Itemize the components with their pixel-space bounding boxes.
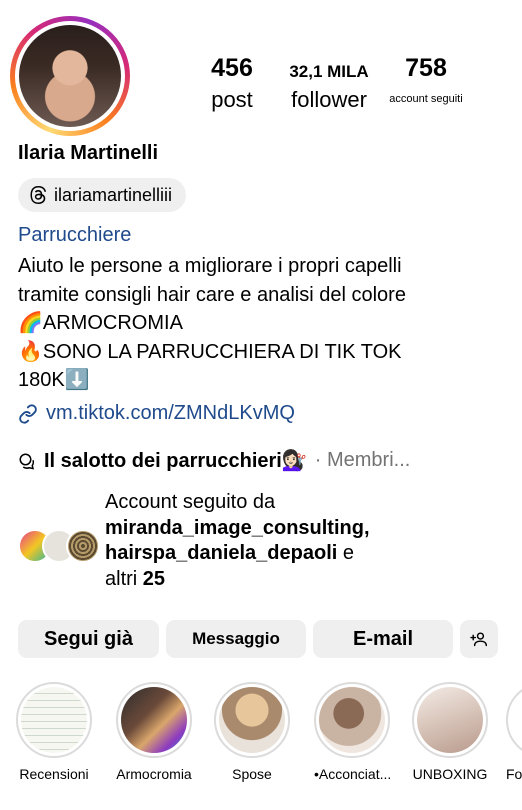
mutual-avatar-3 (66, 529, 100, 563)
followers-stat[interactable]: 32,1 MILA follower (282, 60, 376, 113)
mutual-user-2: hairspa_daniela_depaoli (105, 542, 338, 564)
highlight-recensioni[interactable]: Recensioni (16, 682, 92, 782)
following-label: account seguiti (389, 93, 463, 105)
mutual-user-1: miranda_image_consulting, (105, 516, 370, 539)
chat-bubbles-icon (19, 453, 35, 469)
highlight-ring (506, 682, 522, 758)
highlight-cover (21, 687, 87, 753)
highlight-acconciature[interactable]: •Acconciat... (314, 682, 392, 782)
link-text: vm.tiktok.com/ZMNdLKvMQ (46, 402, 295, 424)
followed-by-intro: Account seguito da (105, 491, 276, 513)
following-button-label: Segui già (44, 627, 133, 650)
avatar-border (15, 21, 125, 131)
posts-label: post (211, 87, 253, 112)
threads-badge[interactable]: ilariamartinelliii (18, 178, 187, 212)
highlight-cover (121, 687, 187, 753)
highlight-cover (219, 687, 285, 753)
followers-label: follower (291, 87, 367, 112)
highlight-unboxing[interactable]: UNBOXING (412, 682, 488, 782)
community-meta: · Membri... (314, 449, 411, 471)
message-button[interactable]: Messaggio (166, 620, 306, 658)
add-person-icon (470, 632, 487, 647)
posts-count: 456 (211, 54, 253, 82)
highlight-ring (314, 682, 390, 758)
threads-handle: ilariamartinelliii (54, 184, 173, 205)
following-stat[interactable]: 758 account seguiti (380, 54, 472, 105)
profile-category: Parrucchiere (18, 224, 132, 246)
followers-count: 32,1 MILA (289, 62, 369, 81)
followed-by-others-count: 25 (142, 567, 166, 590)
highlight-label: •Acconciat... (314, 766, 392, 782)
highlight-ring (116, 682, 192, 758)
highlight-ring (16, 682, 92, 758)
link-icon (19, 403, 37, 424)
highlight-label: Recensioni (19, 766, 89, 782)
highlight-label: Fo (506, 766, 522, 782)
community-channel[interactable]: Il salotto dei parrucchieri💇🏻‍♀️ · Membr… (18, 448, 410, 473)
profile-link[interactable]: vm.tiktok.com/ZMNdLKvMQ (18, 402, 295, 425)
highlight-ring (214, 682, 290, 758)
suggested-people-button[interactable] (460, 620, 498, 658)
avatar-photo (19, 25, 121, 127)
highlight-ring (412, 682, 488, 758)
highlight-cover (319, 687, 385, 753)
email-button-label: E-mail (352, 627, 414, 650)
followed-by-others-prefix: altri (105, 567, 138, 590)
profile-avatar[interactable] (10, 16, 130, 136)
followed-by-and: e (342, 542, 355, 564)
highlight-label: Armocromia (116, 766, 192, 782)
highlight-label: Spose (232, 766, 272, 782)
highlight-cover (417, 687, 483, 753)
highlight-label: UNBOXING (412, 766, 488, 782)
email-button[interactable]: E-mail (313, 620, 453, 658)
profile-name: Ilaria Martinelli (18, 142, 159, 164)
following-count: 758 (405, 54, 447, 82)
highlight-armocromia[interactable]: Armocromia (116, 682, 192, 782)
highlight-partial[interactable]: Fo (506, 682, 522, 782)
followed-by[interactable]: Account seguito da miranda_image_consult… (105, 490, 505, 592)
community-name: Il salotto dei parrucchieri💇🏻‍♀️ (44, 450, 307, 472)
threads-icon (30, 186, 46, 204)
message-button-label: Messaggio (192, 629, 280, 648)
highlight-spose[interactable]: Spose (214, 682, 290, 782)
profile-bio: Aiuto le persone a migliorare i propri c… (18, 255, 406, 391)
posts-stat[interactable]: 456 post (196, 54, 268, 113)
following-button[interactable]: Segui già (18, 620, 159, 658)
